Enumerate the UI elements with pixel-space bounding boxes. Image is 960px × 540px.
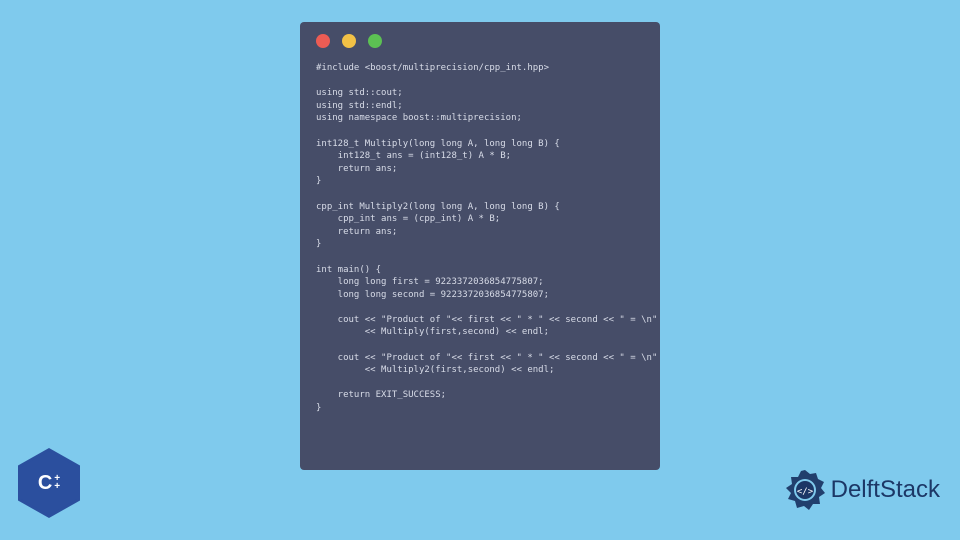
code-line: } (316, 176, 321, 186)
brand-name: DelftStack (831, 476, 940, 504)
cpp-plus-icon: + (54, 483, 60, 491)
code-line: using std::endl; (316, 101, 403, 111)
code-line: cout << "Product of "<< first << " * " <… (316, 353, 657, 363)
code-line: cpp_int Multiply2(long long A, long long… (316, 202, 560, 212)
code-line: int128_t Multiply(long long A, long long… (316, 139, 560, 149)
code-line: int128_t ans = (int128_t) A * B; (316, 151, 511, 161)
code-line: using namespace boost::multiprecision; (316, 113, 522, 123)
minimize-icon[interactable] (342, 34, 356, 48)
maximize-icon[interactable] (368, 34, 382, 48)
code-line: using std::cout; (316, 88, 403, 98)
gear-icon: </> (783, 468, 827, 512)
window-controls (316, 34, 644, 48)
code-line: long long first = 9223372036854775807; (316, 277, 544, 287)
code-line: << Multiply2(first,second) << endl; (316, 365, 554, 375)
code-line: } (316, 239, 321, 249)
code-line: long long second = 9223372036854775807; (316, 290, 549, 300)
code-line: return EXIT_SUCCESS; (316, 390, 446, 400)
code-line: cout << "Product of "<< first << " * " <… (316, 315, 657, 325)
cpp-logo: C + + (18, 448, 80, 518)
code-line: return ans; (316, 227, 397, 237)
code-block: #include <boost/multiprecision/cpp_int.h… (316, 62, 644, 415)
code-line: << Multiply(first,second) << endl; (316, 327, 549, 337)
code-line: } (316, 403, 321, 413)
svg-text:</>: </> (796, 487, 813, 497)
code-line: #include <boost/multiprecision/cpp_int.h… (316, 63, 549, 73)
code-window: #include <boost/multiprecision/cpp_int.h… (300, 22, 660, 470)
code-line: int main() { (316, 265, 381, 275)
code-line: return ans; (316, 164, 397, 174)
close-icon[interactable] (316, 34, 330, 48)
cpp-letter: C (38, 472, 52, 495)
brand-logo: </> DelftStack (783, 468, 940, 512)
code-line: cpp_int ans = (cpp_int) A * B; (316, 214, 500, 224)
